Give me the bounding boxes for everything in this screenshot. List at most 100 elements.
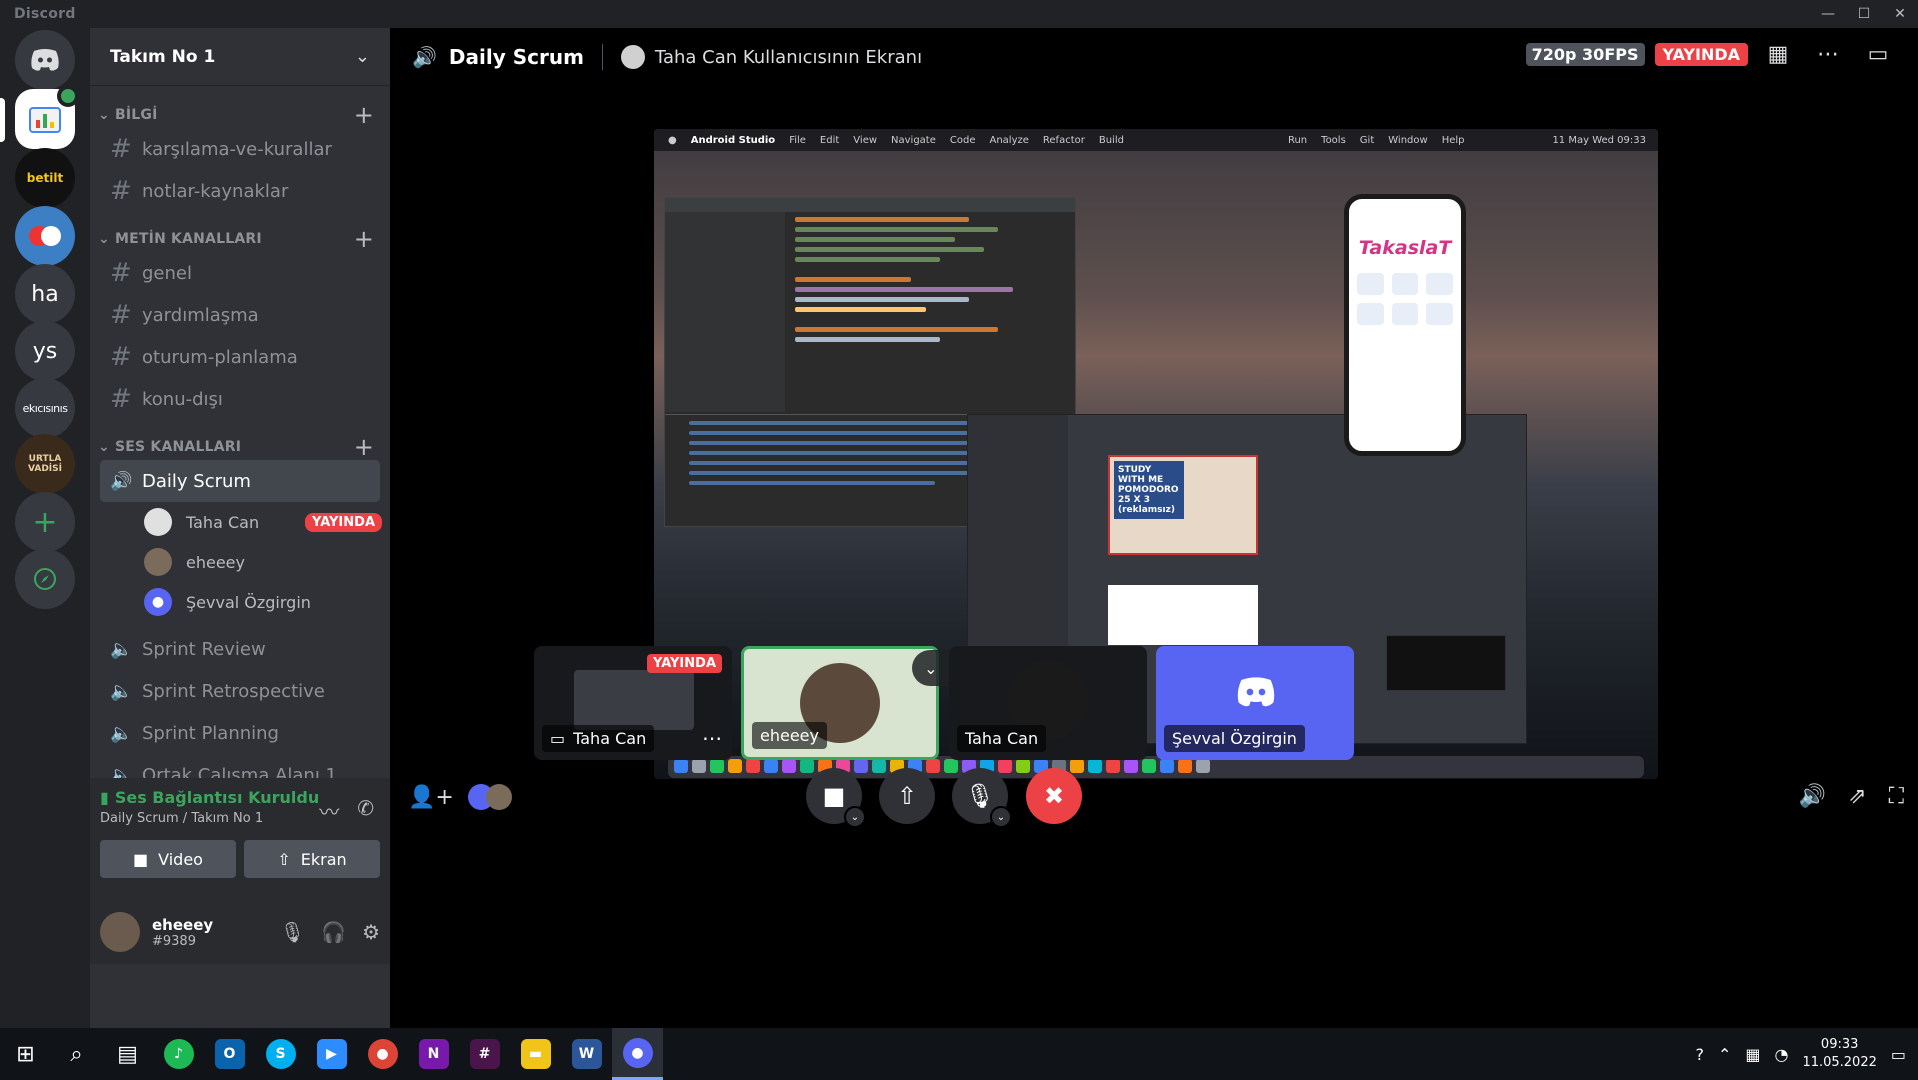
user-tag: #9389 [152,933,196,949]
live-badge: YAYINDA [1654,43,1748,66]
search-icon[interactable]: ⌕ [51,1028,102,1080]
word-icon[interactable]: W [561,1028,612,1080]
voice-user-sevval[interactable]: ● Şevval Özgirgin [144,582,390,622]
taskbar-clock[interactable]: 09:33 11.05.2022 [1802,1036,1876,1072]
grid-layout-icon[interactable]: ▦ [1758,42,1798,67]
server-ha[interactable]: ha [15,264,75,324]
server-ekicisinis[interactable]: ekıcısınıs [15,378,75,438]
add-channel-icon[interactable]: + [354,225,374,253]
outlook-icon[interactable]: O [204,1028,255,1080]
chevron-down-icon[interactable]: ⌄ [355,46,370,67]
invite-user-icon[interactable]: 👤+ [408,785,454,810]
add-server-icon[interactable]: + [15,492,75,552]
signal-icon: ▮ [100,788,109,807]
speaker-icon: 🔊 [412,45,437,69]
channel-label: yardımlaşma [142,304,259,326]
tile-name: Taha Can [573,729,647,748]
windows-start-icon[interactable]: ⊞ [0,1028,51,1080]
channel-genel[interactable]: # genel [100,252,380,294]
monitor-icon: ▭ [550,729,566,748]
team-server-icon[interactable] [15,85,79,149]
screen-share-button[interactable]: ⇧ Ekran [244,840,380,878]
camera-toggle-button[interactable]: ■ ⌄ [806,768,866,828]
server-ys[interactable]: ys [15,321,75,381]
user-name: eheeey [152,915,214,934]
video-thumbnail: STUDY WITH ME POMODORO 25 X 3 (reklamsız… [1108,455,1258,555]
participant-tile-sevval[interactable]: Şevval Özgirgin [1156,646,1354,760]
screen-share-toggle-button[interactable]: ⇧ [879,768,935,824]
headphones-icon[interactable]: 🎧 [321,920,346,944]
onenote-icon[interactable]: N [408,1028,459,1080]
skype-icon[interactable]: S [255,1028,306,1080]
help-icon[interactable]: ? [1695,1045,1704,1064]
participant-tile-taha-screen[interactable]: YAYINDA ▭ Taha Can ⋯ [534,646,732,760]
zoom-icon[interactable]: ▶ [306,1028,357,1080]
explore-compass-icon[interactable] [15,549,75,609]
slack-icon[interactable]: # [459,1028,510,1080]
discord-taskbar-icon[interactable]: ● [612,1028,663,1080]
inbox-icon[interactable]: ▭ [1858,42,1898,67]
more-options-icon[interactable]: ⋯ [702,726,722,750]
category-info[interactable]: ⌄ BİLGİ + [90,101,390,129]
file-explorer-icon[interactable]: ▬ [510,1028,561,1080]
menu-item: Git [1359,134,1375,146]
avatar[interactable] [100,912,140,952]
discord-home-icon[interactable] [15,30,75,90]
server-betilt[interactable]: betilt [15,148,75,208]
screen-share-icon: ⇧ [277,849,291,869]
category-voice[interactable]: ⌄ SES KANALLARI + [90,433,390,461]
channel-label: notlar-kaynaklar [142,180,289,202]
noise-suppression-icon[interactable]: 〰 [319,796,339,825]
fullscreen-icon[interactable]: ⛶ [1889,784,1904,809]
channel-karsilama[interactable]: # karşılama-ve-kurallar [100,128,380,170]
network-icon[interactable]: ▦ [1745,1045,1760,1064]
participant-tile-eheeey[interactable]: eheeey [741,646,939,760]
avatar-server-icon[interactable] [15,206,75,266]
server-rail: betilt ha ys ekıcısınıs URTLA VADİSİ + [0,28,90,1028]
task-view-icon[interactable]: ▤ [102,1028,153,1080]
voice-channel-sprint-planning[interactable]: 🔈 Sprint Planning [100,712,380,754]
channel-notlar[interactable]: # notlar-kaynaklar [100,170,380,212]
popout-icon[interactable]: ⇗ [1848,784,1866,809]
category-text[interactable]: ⌄ METİN KANALLARI + [90,225,390,253]
volume-icon[interactable]: 🔊 [1799,784,1826,809]
voice-user-eheeey[interactable]: eheeey [144,542,390,582]
voice-user-taha[interactable]: Taha Can YAYINDA [144,502,390,542]
stop-stream-button[interactable]: ✖ [1026,768,1082,824]
spotify-icon[interactable]: ♪ [153,1028,204,1080]
screen-button-label: Ekran [300,849,347,869]
voice-connection-panel: ▮ Ses Bağlantısı Kuruldu Daily Scrum / Ta… [90,778,390,904]
channel-label: Sprint Retrospective [142,680,325,702]
microphone-icon: 🎙 [964,782,996,810]
wifi-icon[interactable]: ◔ [1774,1045,1788,1064]
voice-channel-sprint-review[interactable]: 🔈 Sprint Review [100,628,380,670]
maximize-icon[interactable]: ☐ [1846,0,1882,28]
gear-icon[interactable]: ⚙ [362,920,380,944]
participant-tile-taha[interactable]: Taha Can [949,646,1147,760]
microphone-icon[interactable]: 🎙 [280,920,305,944]
stage-channel-title: Daily Scrum [448,45,584,69]
notification-icon[interactable]: ▭ [1891,1045,1906,1064]
add-channel-icon[interactable]: + [354,101,374,129]
add-channel-icon[interactable]: + [354,433,374,461]
channel-konu-disi[interactable]: # konu-dışı [100,378,380,420]
chrome-icon[interactable]: ● [357,1028,408,1080]
minimize-icon[interactable]: — [1810,0,1846,28]
server-vadisi[interactable]: URTLA VADİSİ [15,434,75,494]
chevron-down-icon[interactable]: ⌄ [990,806,1012,828]
guild-header[interactable]: Takım No 1 ⌄ [90,28,390,86]
voice-channel-sprint-retro[interactable]: 🔈 Sprint Retrospective [100,670,380,712]
hash-icon: # [110,258,132,288]
close-icon[interactable]: ✕ [1882,0,1918,28]
chevron-down-icon[interactable]: ⌄ [844,806,866,828]
more-options-icon[interactable]: ⋯ [1808,42,1848,67]
guild-name: Takım No 1 [110,46,216,67]
voice-channel-daily-scrum[interactable]: 🔊 Daily Scrum [100,460,380,502]
video-button[interactable]: ■ Video [100,840,236,878]
channel-oturum[interactable]: # oturum-planlama [100,336,380,378]
microphone-toggle-button[interactable]: 🎙 ⌄ [952,768,1012,828]
stage-header: 🔊 Daily Scrum Taha Can Kullanıcısının Ek… [390,28,1918,86]
disconnect-icon[interactable]: ✆ [357,796,374,825]
chevron-up-icon[interactable]: ⌃ [1718,1045,1731,1064]
channel-yardimlasma[interactable]: # yardımlaşma [100,294,380,336]
